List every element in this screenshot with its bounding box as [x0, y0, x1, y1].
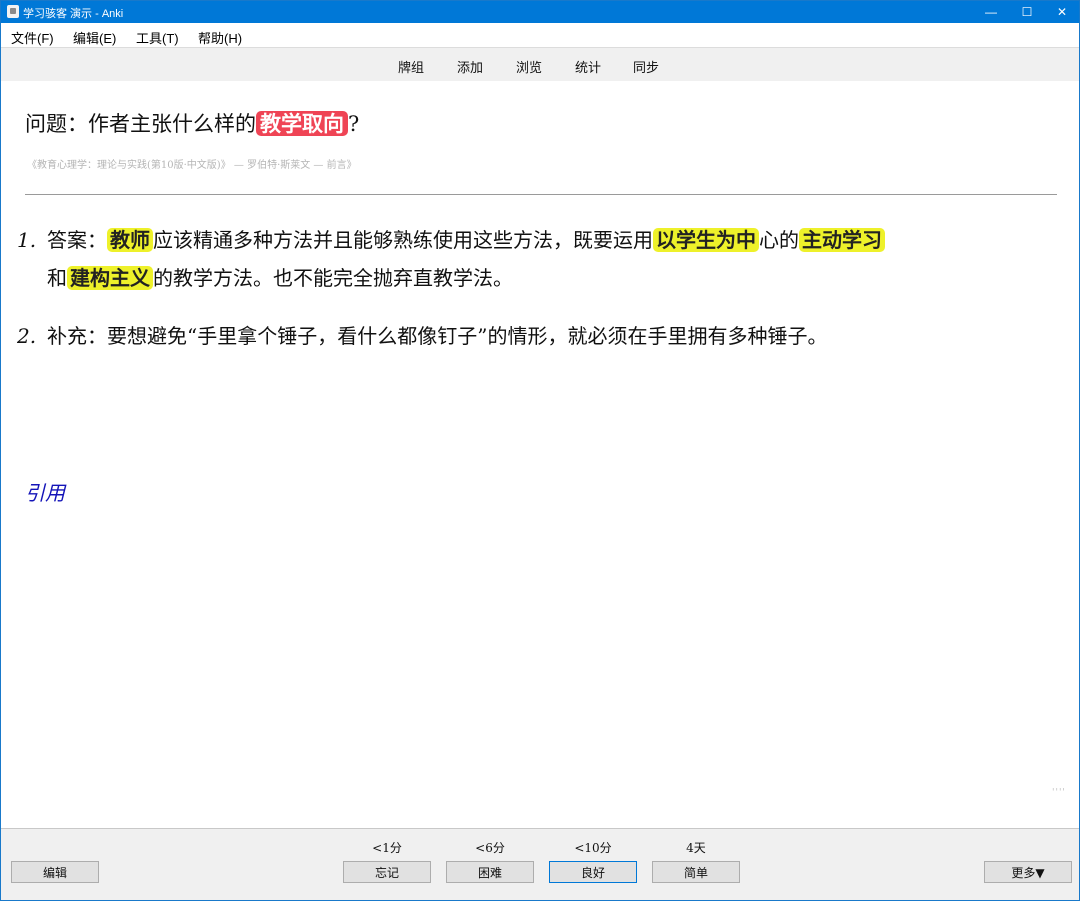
edit-button[interactable]: 编辑: [11, 861, 99, 883]
question-highlight: 教学取向: [256, 111, 348, 136]
question-suffix: ?: [348, 112, 360, 136]
anki-window: 学习骇客 演示 - Anki — ☐ ✕ 文件(F) 编辑(E) 工具(T) 帮…: [0, 0, 1080, 901]
menu-file[interactable]: 文件(F): [11, 28, 54, 47]
toolbar-add-link[interactable]: 添加: [457, 57, 483, 76]
answer-label: 补充：: [47, 324, 107, 348]
highlight-term: 主动学习: [799, 228, 885, 252]
menu-edit[interactable]: 编辑(E): [73, 28, 116, 47]
close-button[interactable]: ✕: [1044, 1, 1079, 23]
more-button[interactable]: 更多▼: [984, 861, 1072, 883]
easy-button[interactable]: 简单: [652, 861, 740, 883]
menu-help[interactable]: 帮助(H): [198, 28, 242, 47]
answer-label: 答案：: [47, 228, 107, 252]
hard-button[interactable]: 困难: [446, 861, 534, 883]
list-number: 2.: [17, 324, 37, 348]
question-prefix: 问题：作者主张什么样的: [25, 112, 256, 136]
answer-text: 心的: [759, 228, 799, 252]
source-reference: 《教育心理学：理论与实践(第10版·中文版)》 — 罗伯特·斯莱文 — 前言》: [27, 160, 357, 171]
answer-text: 和: [47, 266, 67, 290]
main-toolbar: 牌组 添加 浏览 统计 同步: [1, 47, 1079, 82]
answer-text: 要想避免“手里拿个锤子，看什么都像钉子”的情形，就必须在手里拥有多种锤子。: [107, 324, 828, 348]
list-number: 1.: [17, 228, 37, 252]
maximize-button[interactable]: ☐: [1009, 1, 1045, 23]
highlight-term: 建构主义: [67, 266, 153, 290]
highlight-term: 教师: [107, 228, 153, 252]
cite-link[interactable]: 引用: [25, 477, 65, 506]
minimize-button[interactable]: —: [973, 1, 1009, 23]
window-title: 学习骇客 演示 - Anki: [23, 8, 124, 20]
title-bar: 学习骇客 演示 - Anki — ☐ ✕: [1, 1, 1079, 23]
resize-grip-icon[interactable]: '''': [1052, 788, 1066, 798]
good-interval: <10分: [574, 841, 612, 855]
answer-list: 1. 答案： 教师 应该精通多种方法并且能够熟练使用这些方法，既要运用 以学生为中 心的…: [1, 221, 1071, 375]
divider: [25, 194, 1057, 195]
list-item: 2. 补充：要想避免“手里拿个锤子，看什么都像钉子”的情形，就必须在手里拥有多种…: [1, 317, 1071, 355]
toolbar-browse-link[interactable]: 浏览: [516, 57, 542, 76]
hard-interval: <6分: [475, 841, 505, 855]
good-button[interactable]: 良好: [549, 861, 637, 883]
again-button[interactable]: 忘记: [343, 861, 431, 883]
again-interval: <1分: [372, 841, 402, 855]
toolbar-stats-link[interactable]: 统计: [575, 57, 601, 76]
question-text: 问题：作者主张什么样的 教学取向?: [25, 107, 359, 141]
app-icon: [7, 5, 19, 18]
highlight-term: 以学生为中: [653, 228, 759, 252]
easy-interval: 4天: [686, 841, 706, 855]
answer-text: 的教学方法。也不能完全抛弃直教学法。: [153, 266, 513, 290]
toolbar-decks-link[interactable]: 牌组: [398, 57, 424, 76]
answer-text: 应该精通多种方法并且能够熟练使用这些方法，既要运用: [153, 228, 653, 252]
menu-tools[interactable]: 工具(T): [136, 28, 179, 47]
list-item: 1. 答案： 教师 应该精通多种方法并且能够熟练使用这些方法，既要运用 以学生为中 心的…: [1, 221, 1071, 297]
toolbar-sync-link[interactable]: 同步: [633, 57, 659, 76]
menu-bar: 文件(F) 编辑(E) 工具(T) 帮助(H): [1, 23, 1079, 47]
answer-bar: 编辑 <1分 <6分 <10分 4天 忘记 困难 良好 简单 更多▼: [1, 828, 1079, 900]
card-content: 问题：作者主张什么样的 教学取向? 《教育心理学：理论与实践(第10版·中文版)》…: [1, 81, 1079, 827]
